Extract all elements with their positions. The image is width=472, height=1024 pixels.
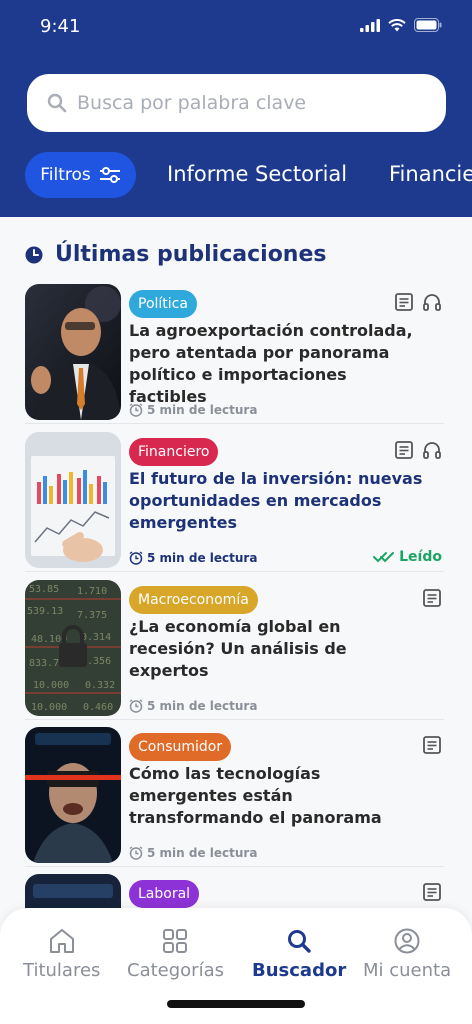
filter-bar: Filtros Informe Sectorial Financie	[0, 152, 472, 198]
card-actions	[422, 588, 442, 608]
section-title: Últimas publicaciones	[55, 242, 327, 267]
header: 9:41 Filtros Informe Sectorial Financie	[0, 0, 472, 217]
nav-categorias-label: Categorías	[127, 960, 224, 981]
read-time-label: 5 min de lectura	[147, 403, 258, 417]
category-tag: Política	[129, 290, 197, 318]
article-title[interactable]: El futuro de la inversión: nuevas oportu…	[129, 468, 429, 534]
home-icon	[49, 929, 74, 953]
nav-buscador[interactable]: Buscador	[252, 928, 346, 981]
user-icon	[394, 928, 420, 954]
category-tag: Financiero	[129, 438, 219, 466]
search-bar[interactable]	[27, 74, 446, 132]
tab-financiero[interactable]: Financie	[389, 162, 472, 186]
read-time-label: 5 min de lectura	[147, 551, 258, 565]
battery-icon	[414, 18, 442, 32]
alarm-clock-icon	[129, 846, 143, 860]
document-icon[interactable]	[394, 440, 414, 460]
card-actions	[394, 440, 442, 460]
signal-icon	[360, 18, 380, 32]
document-icon[interactable]	[422, 588, 442, 608]
document-icon[interactable]	[422, 735, 442, 755]
double-check-icon	[373, 552, 395, 563]
status-icons	[360, 18, 442, 32]
home-indicator	[167, 1000, 305, 1008]
grid-icon	[163, 929, 188, 953]
nav-titulares[interactable]: Titulares	[23, 928, 100, 981]
article-thumbnail	[25, 284, 121, 420]
article-title[interactable]: ¿La economía global en recesión? Un anál…	[129, 616, 429, 682]
headphones-icon[interactable]	[422, 292, 442, 312]
status-bar: 9:41	[0, 0, 472, 56]
card-actions	[422, 882, 442, 902]
read-time-label: 5 min de lectura	[147, 846, 258, 860]
article-thumbnail	[25, 727, 121, 863]
document-icon[interactable]	[394, 292, 414, 312]
read-time: 5 min de lectura	[129, 551, 257, 565]
search-icon	[288, 930, 311, 953]
article-thumbnail: 53.85 1.710 539.13 7.375 48.100 0.314 833.7…	[25, 580, 121, 716]
search-input[interactable]	[77, 92, 407, 114]
read-time: 5 min de lectura	[129, 403, 257, 417]
category-tag: Macroeconomía	[129, 586, 258, 614]
read-time: 5 min de lectura	[129, 846, 257, 860]
read-time: 5 min de lectura	[129, 699, 257, 713]
clock-icon	[25, 246, 43, 263]
alarm-clock-icon	[129, 403, 143, 417]
nav-buscador-label: Buscador	[252, 960, 347, 981]
filters-button[interactable]: Filtros	[25, 152, 136, 198]
alarm-clock-icon	[129, 699, 143, 713]
category-tag: Consumidor	[129, 733, 232, 761]
article-card[interactable]: Financiero El futuro de la inversión: nu…	[25, 432, 444, 572]
sliders-icon	[99, 167, 120, 183]
nav-mi-cuenta-label: Mi cuenta	[363, 960, 452, 981]
article-thumbnail	[25, 432, 121, 568]
nav-mi-cuenta[interactable]: Mi cuenta	[363, 928, 451, 981]
card-actions	[422, 735, 442, 755]
document-icon[interactable]	[422, 882, 442, 902]
category-tag: Laboral	[129, 880, 200, 908]
bottom-navigation: Titulares Categorías Buscador Mi cuenta	[0, 908, 472, 1024]
tab-informe-sectorial[interactable]: Informe Sectorial	[167, 162, 347, 186]
nav-titulares-label: Titulares	[23, 960, 101, 981]
article-card[interactable]: Política La agroexportación controlada, …	[25, 284, 444, 424]
filters-button-label: Filtros	[40, 165, 91, 185]
read-status-label: Leído	[399, 549, 442, 565]
read-time-label: 5 min de lectura	[147, 699, 258, 713]
alarm-clock-icon	[129, 551, 143, 565]
wifi-icon	[388, 18, 406, 31]
article-title[interactable]: La agroexportación controlada, pero aten…	[129, 320, 429, 408]
section-header: Últimas publicaciones	[25, 242, 327, 267]
article-card[interactable]: Consumidor Cómo las tecnologías emergent…	[25, 727, 444, 867]
card-actions	[394, 292, 442, 312]
headphones-icon[interactable]	[422, 440, 442, 460]
article-card[interactable]: 53.85 1.710 539.13 7.375 48.100 0.314 833.7…	[25, 580, 444, 720]
article-title[interactable]: Cómo las tecnologías emergentes están tr…	[129, 763, 429, 829]
nav-categorias[interactable]: Categorías	[127, 928, 224, 981]
read-status: Leído	[373, 549, 442, 565]
status-time: 9:41	[40, 16, 81, 37]
search-icon	[47, 93, 67, 113]
